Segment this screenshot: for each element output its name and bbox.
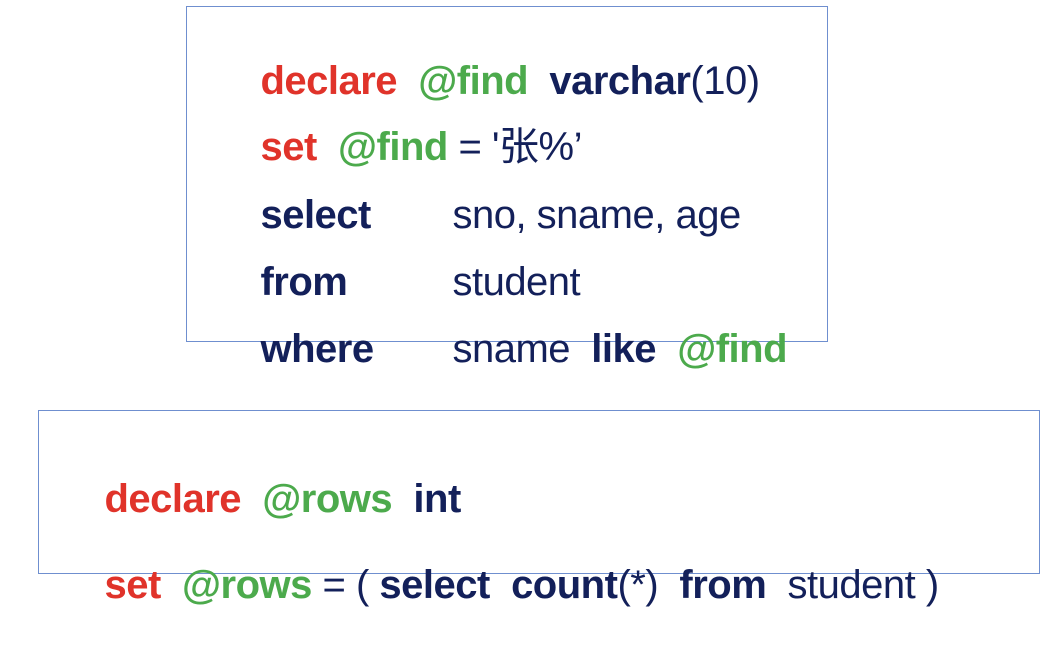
count-function: count [511, 563, 618, 607]
set-keyword: set [104, 563, 161, 607]
close-paren: ) [915, 563, 939, 607]
select-keyword: select [379, 563, 490, 607]
declare-rows-code-box: declare @rows int set @rows = ( select c… [38, 410, 1040, 605]
declare-keyword: declare [104, 477, 242, 521]
varchar-size: (10) [690, 59, 760, 103]
declare-find-code-box: declare @find varchar(10) set @find = '张… [186, 6, 828, 369]
code-line-set-rows: set @rows = ( select count(*) from stude… [62, 525, 939, 645]
rows-variable: @rows [262, 477, 393, 521]
code-line-where: where sname like @find [218, 289, 787, 409]
from-table: student [787, 563, 916, 607]
equals-open-paren: = ( [322, 563, 380, 607]
int-type: int [413, 477, 461, 521]
where-keyword: where [260, 327, 374, 371]
count-argument: (*) [617, 563, 659, 607]
find-variable: @find [677, 327, 788, 371]
rows-variable: @rows [182, 563, 312, 607]
from-keyword: from [679, 563, 767, 607]
like-keyword: like [591, 327, 656, 371]
where-column: sname [452, 327, 571, 371]
